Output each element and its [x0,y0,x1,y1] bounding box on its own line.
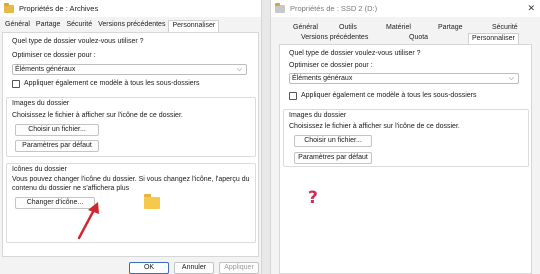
title-bar[interactable]: Propriétés de : SSD 2 (D:) ✕ [271,0,540,17]
tab-partage[interactable]: Partage [33,20,64,32]
folder-images-description: Choisissez le fichier à afficher sur l'i… [289,123,460,130]
choose-file-button[interactable]: Choisir un fichier... [15,124,99,136]
ok-button[interactable]: OK [129,262,169,274]
folder-images-title: Images du dossier [12,100,70,107]
chevron-down-icon: ⌵ [508,75,514,82]
properties-dialog-archives: Propriétés de : Archives Général Partage… [0,0,262,274]
folder-icons-description-2: contenu du dossier ne s'affichera plus [12,185,130,192]
optimize-select[interactable]: Éléments généraux ⌵ [289,73,519,84]
folder-preview-icon [144,194,160,209]
tab-strip: Général Partage Sécurité Versions précéd… [2,20,261,32]
tab-personnaliser[interactable]: Personnaliser [168,20,220,32]
folder-icons-description-1: Vous pouvez changer l'icône du dossier. … [12,176,250,183]
restore-default-button[interactable]: Paramètres par défaut [294,152,372,164]
tab-general[interactable]: Général [2,20,33,32]
chevron-down-icon: ⌵ [236,66,242,73]
folder-icon [4,2,14,13]
tab-versions-precedentes[interactable]: Versions précédentes [95,20,168,32]
folder-images-title: Images du dossier [289,112,347,119]
folder-icons-title: Icônes du dossier [12,166,67,173]
window-title: Propriétés de : Archives [19,4,99,13]
folder-images-description: Choisissez le fichier à afficher sur l'i… [12,112,183,119]
optimize-select-value: Éléments généraux [15,66,76,73]
question-mark-annotation: ? [308,188,318,208]
folder-type-question: Quel type de dossier voulez-vous utilise… [289,50,421,57]
optimize-select-value: Éléments généraux [292,75,353,82]
properties-dialog-ssd2: Propriétés de : SSD 2 (D:) ✕ Général Out… [270,0,540,274]
customize-panel: Quel type de dossier voulez-vous utilise… [2,32,259,257]
apply-subfolders-checkbox[interactable] [12,80,20,88]
apply-subfolders-label: Appliquer également ce modèle à tous les… [301,92,477,99]
apply-subfolders-checkbox[interactable] [289,92,297,100]
customize-panel: Quel type de dossier voulez-vous utilise… [279,44,532,274]
optimize-select[interactable]: Éléments généraux ⌵ [12,64,247,75]
desktop-gap [262,0,270,274]
cancel-button[interactable]: Annuler [174,262,214,274]
close-icon[interactable]: ✕ [527,3,535,13]
drive-icon [275,2,285,13]
optimize-label: Optimiser ce dossier pour : [12,52,96,59]
folder-type-question: Quel type de dossier voulez-vous utilise… [12,38,144,45]
red-arrow-annotation [77,202,99,240]
choose-file-button[interactable]: Choisir un fichier... [294,135,372,147]
window-title: Propriétés de : SSD 2 (D:) [290,4,378,13]
restore-default-button[interactable]: Paramètres par défaut [15,140,99,152]
apply-button[interactable]: Appliquer [219,262,259,274]
title-bar[interactable]: Propriétés de : Archives [0,0,261,17]
tab-securite[interactable]: Sécurité [63,20,95,32]
apply-subfolders-label: Appliquer également ce modèle à tous les… [24,80,200,87]
optimize-label: Optimiser ce dossier pour : [289,62,373,69]
